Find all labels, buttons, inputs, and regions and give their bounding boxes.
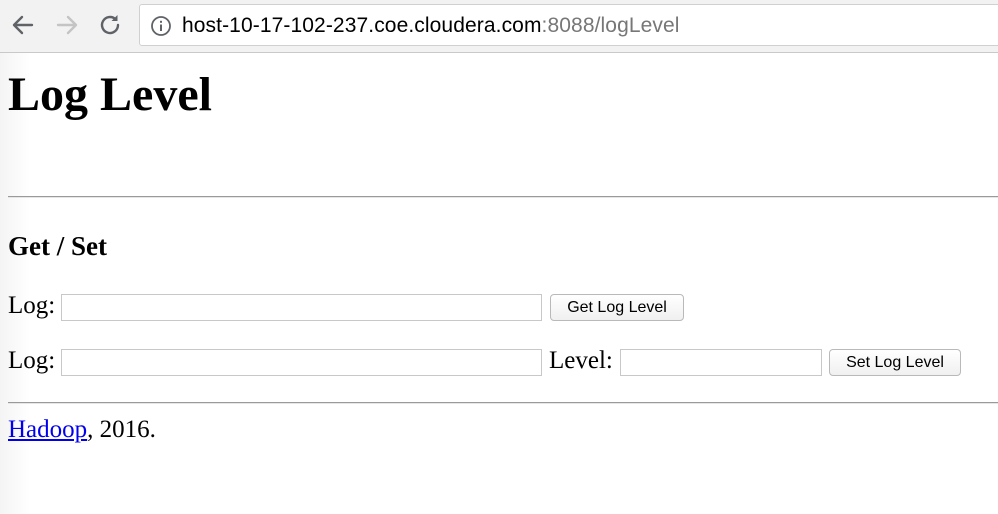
set-log-input[interactable]: [61, 349, 542, 376]
reload-button[interactable]: [95, 9, 125, 41]
level-input[interactable]: [620, 349, 822, 376]
get-log-input[interactable]: [61, 294, 542, 321]
divider-top: [8, 196, 998, 198]
forward-arrow-icon: [56, 15, 78, 35]
forward-button[interactable]: [52, 9, 82, 41]
address-bar[interactable]: host-10-17-102-237.coe.cloudera.com:8088…: [139, 4, 998, 46]
footer: Hadoop, 2016.: [8, 415, 156, 445]
back-button[interactable]: [8, 9, 38, 41]
back-arrow-icon: [12, 15, 34, 35]
divider-bottom: [8, 402, 998, 404]
footer-suffix: , 2016.: [87, 416, 156, 443]
set-log-label: Log:: [8, 347, 56, 374]
reload-icon: [100, 15, 120, 35]
page-title: Log Level: [8, 68, 212, 121]
get-log-level-button[interactable]: Get Log Level: [550, 294, 684, 321]
page-content: Log Level Get / Set Log: Get Log Level L…: [0, 53, 998, 514]
level-label: Level:: [549, 347, 613, 374]
hadoop-link[interactable]: Hadoop: [8, 416, 87, 443]
url-host: host-10-17-102-237.coe.cloudera.com: [182, 14, 542, 37]
info-icon[interactable]: [150, 15, 172, 37]
browser-toolbar: host-10-17-102-237.coe.cloudera.com:8088…: [0, 0, 998, 53]
url-path: :8088/logLevel: [541, 14, 680, 37]
section-title: Get / Set: [8, 231, 107, 261]
url-text[interactable]: host-10-17-102-237.coe.cloudera.com:8088…: [182, 13, 680, 39]
set-log-level-button[interactable]: Set Log Level: [829, 349, 961, 376]
get-log-label: Log:: [8, 292, 56, 319]
